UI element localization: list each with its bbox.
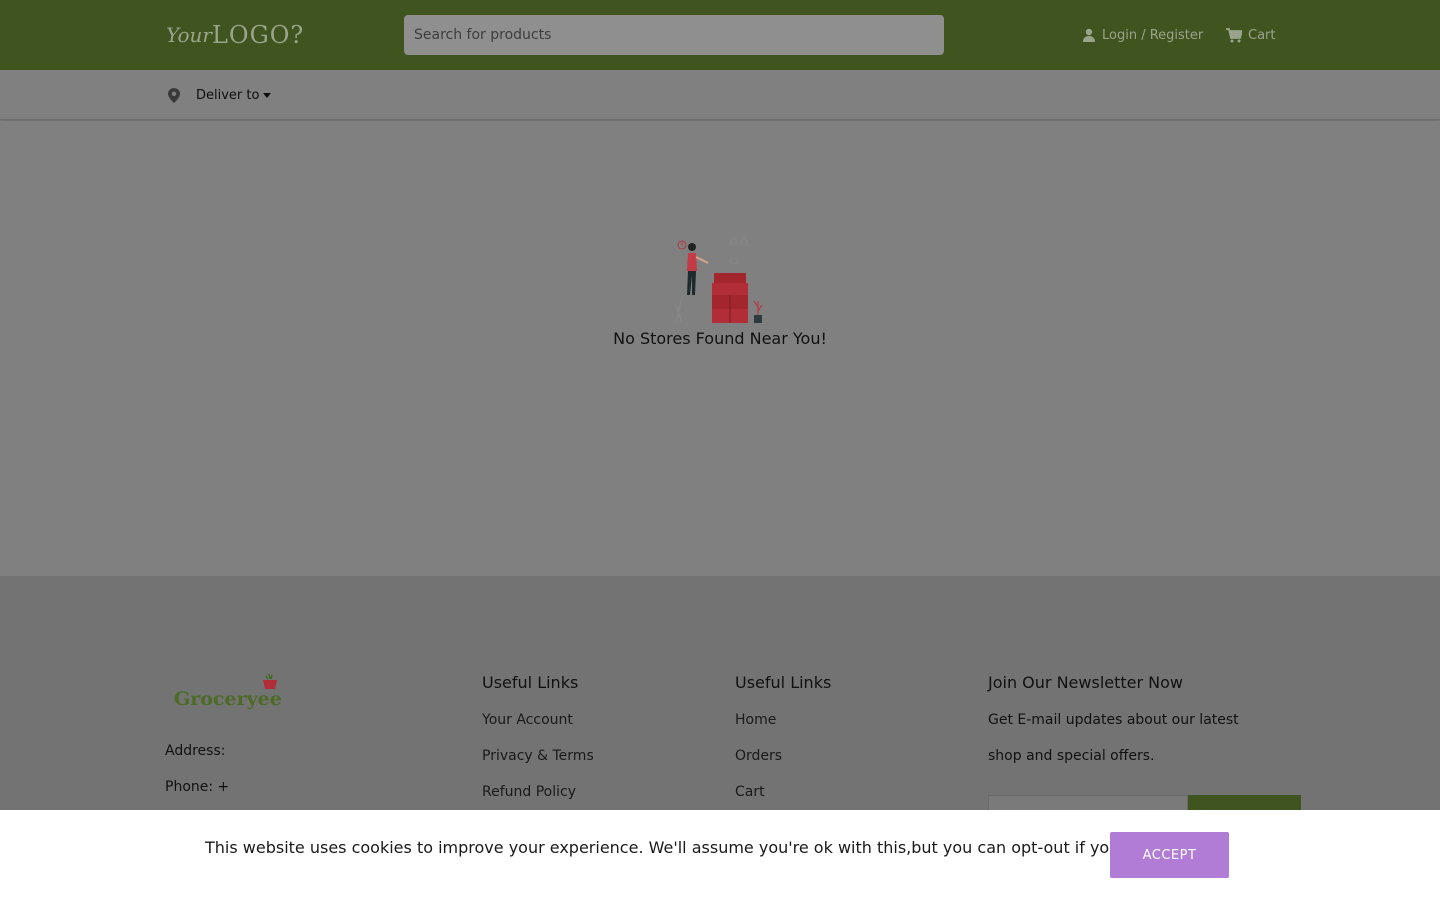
chevron-down-icon (263, 92, 272, 98)
link-orders[interactable]: Orders (735, 748, 782, 764)
useful-links-heading-2: Useful Links (735, 673, 832, 692)
user-icon (1083, 28, 1095, 42)
login-label: Login / Register (1102, 27, 1204, 43)
phone-label: Phone: + (165, 779, 230, 795)
cookie-banner: This website uses cookies to improve you… (0, 810, 1440, 900)
deliver-to-dropdown[interactable]: Deliver to (168, 84, 272, 106)
deliver-to-label: Deliver to (196, 87, 260, 103)
cart-icon (1226, 27, 1242, 42)
empty-state-message: No Stores Found Near You! (613, 329, 827, 348)
logo-main: LOGO? (211, 21, 305, 49)
empty-store-illustration (675, 236, 763, 323)
deliver-bar: Deliver to (0, 70, 1440, 120)
cart-label: Cart (1248, 27, 1276, 43)
newsletter-heading: Join Our Newsletter Now (988, 673, 1183, 692)
link-cart[interactable]: Cart (735, 784, 765, 800)
address-label: Address: (165, 743, 226, 759)
accept-cookies-button[interactable]: ACCEPT (1110, 832, 1229, 878)
cookie-message: This website uses cookies to improve you… (205, 838, 1166, 857)
main-content: No Stores Found Near You! (0, 121, 1440, 576)
link-privacy-terms[interactable]: Privacy & Terms (482, 748, 594, 764)
top-header: Your LOGO? Login / Register Cart (0, 0, 1440, 70)
useful-links-heading-1: Useful Links (482, 673, 579, 692)
search-input[interactable] (404, 15, 944, 55)
login-register-link[interactable]: Login / Register (1082, 24, 1203, 46)
link-refund-policy[interactable]: Refund Policy (482, 784, 576, 800)
site-logo[interactable]: Your LOGO? (166, 18, 303, 52)
brand-name: Groceryee (174, 688, 282, 710)
link-your-account[interactable]: Your Account (482, 712, 573, 728)
newsletter-text-line-2: shop and special offers. (988, 748, 1155, 764)
link-home[interactable]: Home (735, 712, 776, 728)
footer-brand-logo: Groceryee (174, 674, 294, 714)
cart-link[interactable]: Cart (1226, 24, 1276, 46)
newsletter-text-line-1: Get E-mail updates about our latest (988, 712, 1239, 728)
logo-prefix: Your (166, 23, 212, 47)
location-pin-icon (168, 87, 180, 103)
